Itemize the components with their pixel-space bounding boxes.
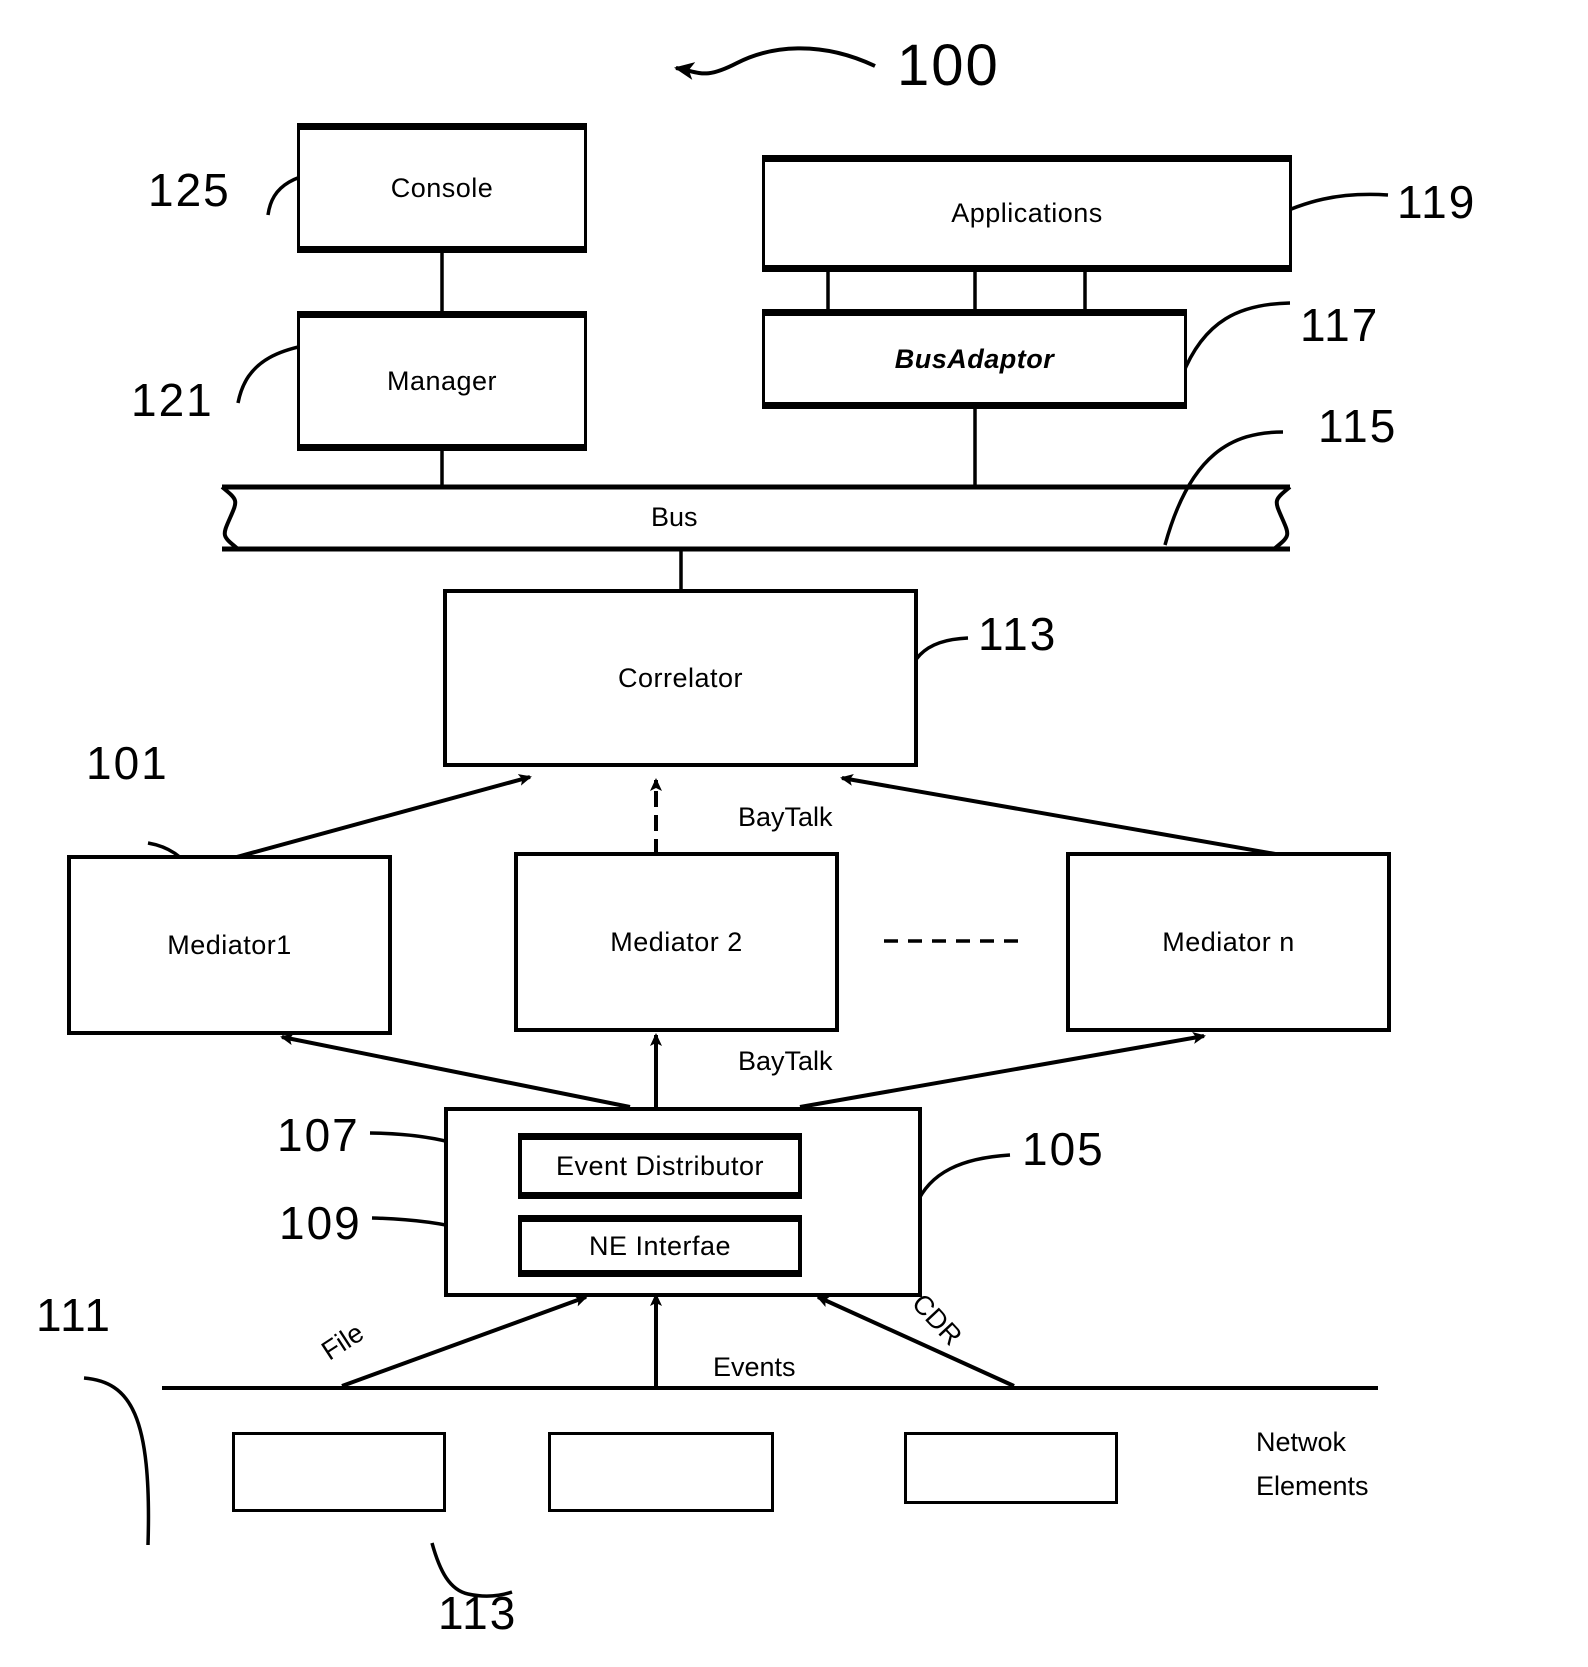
bus-adaptor-box[interactable]: BusAdaptor — [762, 309, 1187, 409]
baytalk-upper-label: BayTalk — [738, 802, 833, 832]
patent-figure: 125 119 121 117 115 113 101 107 109 105 … — [0, 0, 1588, 1667]
ref-115: 115 — [1318, 400, 1398, 452]
ref-125: 125 — [148, 164, 231, 216]
event-distributor-label: Event Distributor — [555, 1150, 765, 1181]
bus-label: Bus — [651, 502, 698, 532]
manager-box[interactable]: Manager — [297, 311, 587, 451]
network-elements-caption: Netwok Elements — [1256, 1420, 1369, 1508]
correlator-label: Correlator — [617, 662, 744, 693]
mediator2-label: Mediator 2 — [610, 926, 743, 957]
console-label: Console — [390, 172, 494, 203]
ref-105: 105 — [1022, 1123, 1105, 1175]
ref-119: 119 — [1397, 176, 1477, 228]
network-element-box-1[interactable] — [232, 1432, 446, 1512]
bus-adaptor-label: BusAdaptor — [894, 343, 1055, 374]
ref-107: 107 — [277, 1109, 360, 1161]
ref-111: 111 — [36, 1289, 112, 1341]
ne-interface-label: NE Interfae — [588, 1230, 732, 1261]
ref-100-figure: 100 — [897, 33, 1000, 98]
bus-band-shape — [220, 484, 1292, 552]
mediator2-box[interactable]: Mediator 2 — [514, 852, 839, 1032]
network-element-box-2[interactable] — [548, 1432, 774, 1512]
ref-113-network-element: 113 — [438, 1587, 518, 1639]
events-label: Events — [713, 1352, 796, 1382]
ref-113-correlator: 113 — [978, 608, 1058, 660]
network-element-box-3[interactable] — [904, 1432, 1118, 1504]
ref-117: 117 — [1300, 299, 1380, 351]
figure-leader-100 — [674, 46, 876, 80]
network-elements-caption-line1: Netwok — [1256, 1427, 1347, 1457]
applications-label: Applications — [951, 198, 1103, 228]
applications-box[interactable]: Applications — [762, 155, 1292, 272]
collector-box[interactable]: Event Distributor NE Interfae — [444, 1107, 922, 1297]
ne-interface-box[interactable]: NE Interfae — [518, 1215, 802, 1277]
mediator1-label: Mediator1 — [167, 929, 292, 960]
ref-101: 101 — [86, 737, 169, 789]
network-elements-caption-line2: Elements — [1256, 1471, 1369, 1501]
mediator-n-box[interactable]: Mediator n — [1066, 852, 1391, 1032]
console-box[interactable]: Console — [297, 123, 587, 253]
correlator-box[interactable]: Correlator — [443, 589, 918, 767]
ref-121: 121 — [131, 374, 214, 426]
manager-label: Manager — [386, 365, 498, 396]
mediator1-box[interactable]: Mediator1 — [67, 855, 392, 1035]
ref-109: 109 — [279, 1197, 362, 1249]
event-distributor-box[interactable]: Event Distributor — [518, 1133, 802, 1199]
mediator-n-label: Mediator n — [1162, 926, 1295, 957]
baytalk-lower-label: BayTalk — [738, 1046, 833, 1076]
